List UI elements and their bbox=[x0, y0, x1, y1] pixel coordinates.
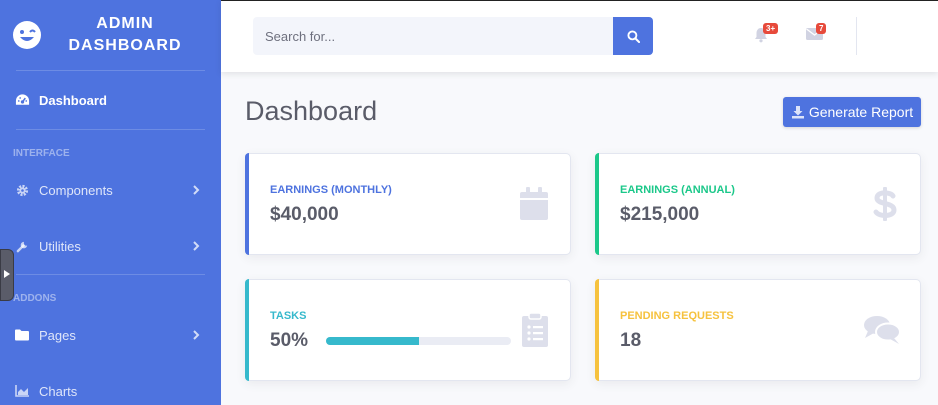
chevron-right-icon bbox=[193, 185, 200, 195]
card-accent-bar bbox=[595, 279, 599, 381]
topbar: 3+ 7 bbox=[221, 0, 938, 72]
sidebar-item-utilities[interactable]: Utilities bbox=[0, 218, 221, 274]
brand-title: ADMIN DASHBOARD bbox=[68, 15, 182, 54]
brand[interactable]: ADMIN DASHBOARD bbox=[0, 0, 221, 70]
sidebar: ADMIN DASHBOARD Dashboard INTERFACE Comp… bbox=[0, 0, 221, 405]
play-icon bbox=[4, 270, 10, 278]
folder-icon bbox=[14, 327, 30, 343]
generate-report-label: Generate Report bbox=[808, 104, 914, 120]
card-value: $40,000 bbox=[270, 204, 339, 225]
sidebar-item-label: Charts bbox=[39, 383, 78, 399]
tachometer-icon bbox=[14, 92, 30, 108]
sidebar-heading-interface: INTERFACE bbox=[13, 148, 70, 159]
sidebar-item-pages[interactable]: Pages bbox=[0, 307, 221, 363]
comments-icon bbox=[864, 316, 901, 344]
download-icon bbox=[791, 106, 804, 119]
gear-icon bbox=[14, 182, 30, 198]
card-accent-bar bbox=[245, 153, 249, 255]
alerts-badge: 3+ bbox=[763, 23, 779, 34]
search-form bbox=[253, 17, 653, 55]
card-value: $215,000 bbox=[620, 204, 700, 225]
card-label: TASKS bbox=[270, 310, 307, 322]
page-title: Dashboard bbox=[245, 96, 378, 126]
chart-area-icon bbox=[14, 383, 30, 399]
card-value: 18 bbox=[620, 330, 642, 351]
sidebar-item-label: Components bbox=[39, 182, 113, 198]
sidebar-item-label: Pages bbox=[39, 327, 76, 343]
card-earnings-annual: EARNINGS (ANNUAL) $215,000 bbox=[595, 153, 921, 255]
card-tasks: TASKS 50% bbox=[245, 279, 571, 381]
generate-report-button[interactable]: Generate Report bbox=[783, 97, 921, 127]
card-earnings-monthly: EARNINGS (MONTHLY) $40,000 bbox=[245, 153, 571, 255]
chevron-right-icon bbox=[193, 241, 200, 251]
chevron-right-icon bbox=[193, 330, 200, 340]
topbar-divider bbox=[856, 17, 857, 55]
card-accent-bar bbox=[245, 279, 249, 381]
sidebar-drawer-handle[interactable] bbox=[0, 249, 14, 301]
wrench-icon bbox=[14, 238, 30, 254]
card-accent-bar bbox=[595, 153, 599, 255]
clipboard-list-icon bbox=[522, 312, 548, 347]
dollar-icon bbox=[873, 187, 897, 221]
messages-dropdown[interactable]: 7 bbox=[806, 23, 827, 47]
search-icon bbox=[626, 29, 640, 43]
calendar-icon bbox=[520, 187, 548, 220]
tasks-progress-fill bbox=[326, 337, 419, 345]
sidebar-item-dashboard[interactable]: Dashboard bbox=[0, 71, 221, 129]
card-label: EARNINGS (ANNUAL) bbox=[620, 184, 735, 196]
card-label: PENDING REQUESTS bbox=[620, 310, 734, 322]
sidebar-heading-addons: ADDONS bbox=[13, 293, 57, 304]
card-pending-requests: PENDING REQUESTS 18 bbox=[595, 279, 921, 381]
alerts-dropdown[interactable]: 3+ bbox=[753, 23, 779, 47]
search-input[interactable] bbox=[253, 17, 613, 55]
card-label: EARNINGS (MONTHLY) bbox=[270, 184, 392, 196]
laugh-wink-icon bbox=[13, 21, 41, 49]
tasks-progress-bar bbox=[326, 337, 511, 345]
search-button[interactable] bbox=[613, 17, 653, 55]
messages-badge: 7 bbox=[816, 23, 827, 34]
sidebar-item-components[interactable]: Components bbox=[0, 162, 221, 218]
card-value: 50% bbox=[270, 330, 309, 351]
sidebar-item-label: Dashboard bbox=[39, 92, 107, 108]
sidebar-item-charts[interactable]: Charts bbox=[0, 363, 221, 405]
sidebar-item-label: Utilities bbox=[39, 238, 81, 254]
